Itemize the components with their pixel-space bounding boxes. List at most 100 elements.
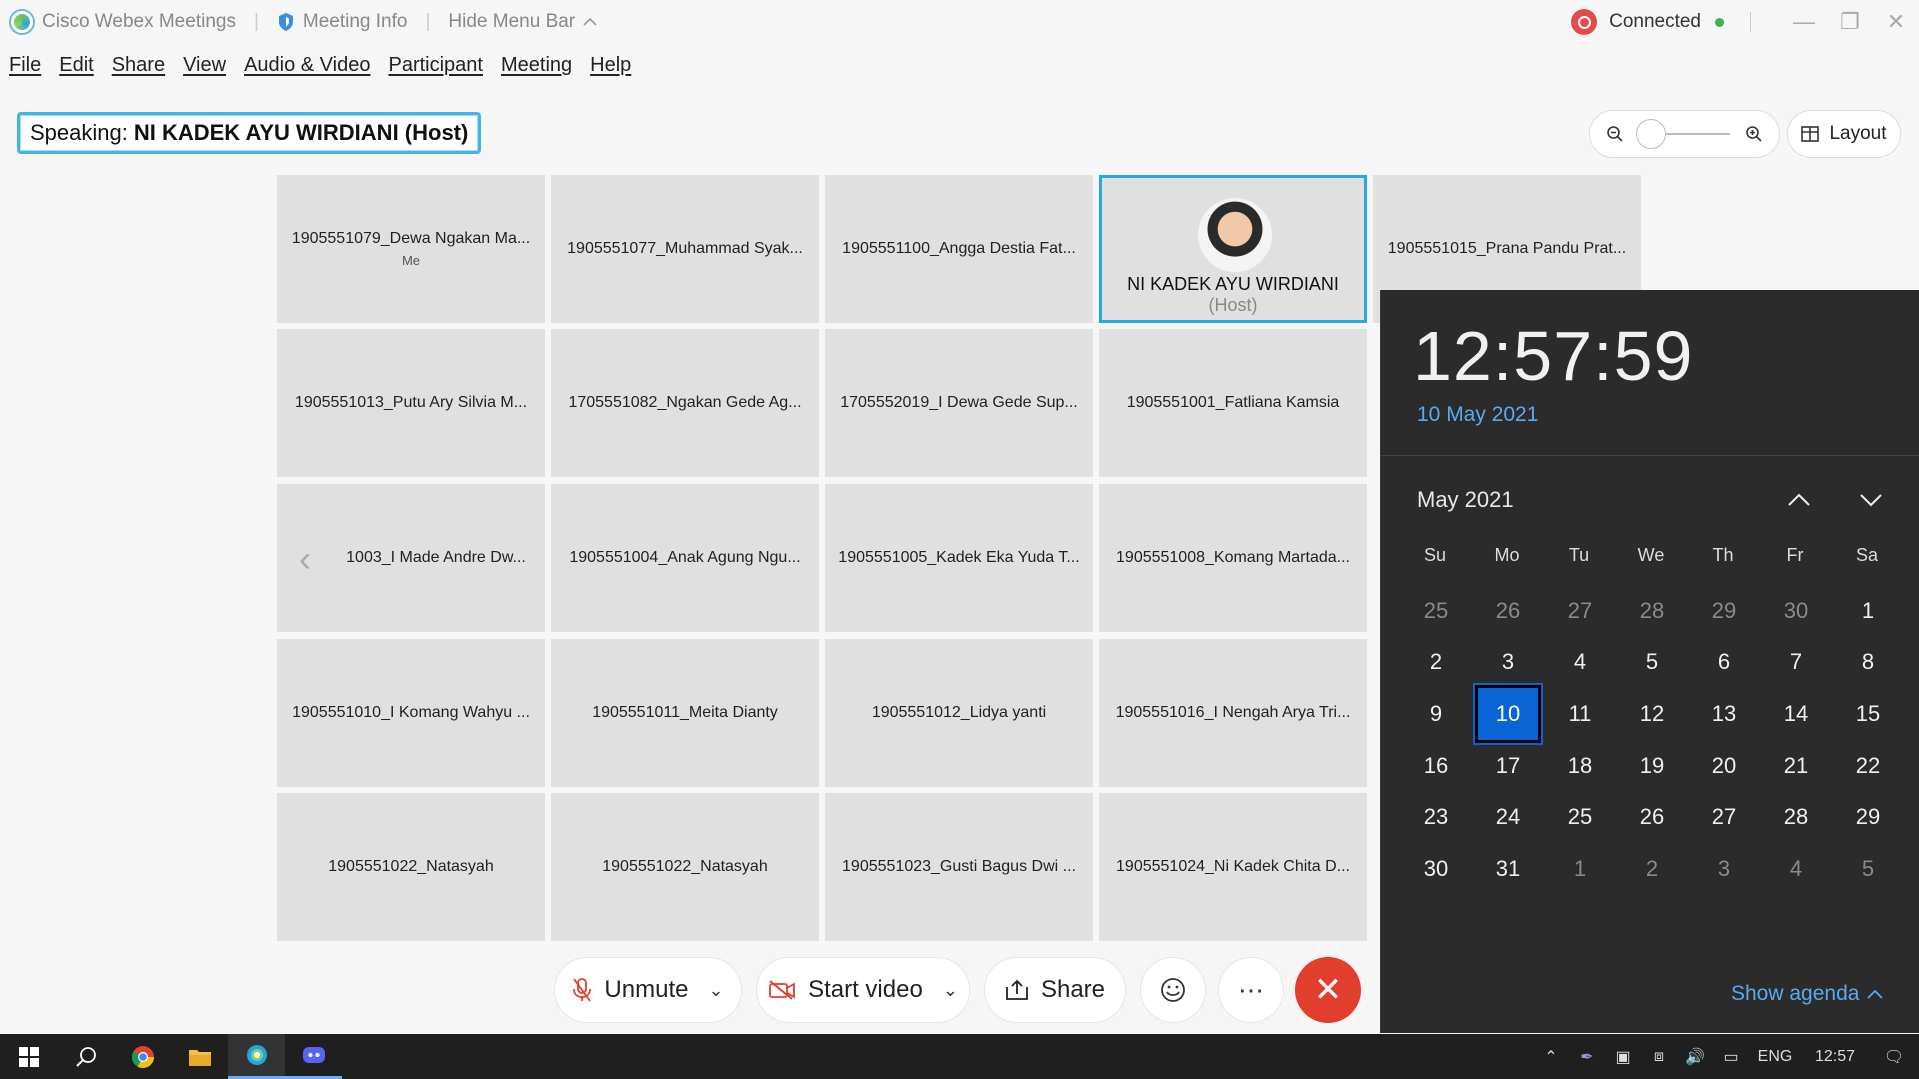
- zoom-slider-knob[interactable]: [1635, 119, 1666, 149]
- calendar-day[interactable]: 3: [1475, 633, 1541, 691]
- calendar-day[interactable]: 25: [1547, 788, 1613, 846]
- participant-tile[interactable]: 1905551022_Natasyah: [277, 793, 545, 941]
- participant-tile[interactable]: 1705552019_I Dewa Gede Sup...: [825, 329, 1093, 477]
- calendar-day[interactable]: 20: [1691, 737, 1757, 795]
- participant-tile[interactable]: 1905551005_Kadek Eka Yuda T...: [825, 484, 1093, 632]
- participant-tile[interactable]: 1905551010_I Komang Wahyu ...: [277, 639, 545, 787]
- calendar-day[interactable]: 17: [1475, 737, 1541, 795]
- calendar-day[interactable]: 18: [1547, 737, 1613, 795]
- minimize-button[interactable]: —: [1781, 0, 1827, 44]
- calendar-day[interactable]: 25: [1403, 582, 1469, 640]
- participant-tile[interactable]: 1905551022_Natasyah: [551, 793, 819, 941]
- participant-tile[interactable]: 1905551079_Dewa Ngakan Ma... Me: [277, 175, 545, 323]
- menu-meeting[interactable]: Meeting: [501, 54, 572, 84]
- calendar-month-title[interactable]: May 2021: [1417, 487, 1514, 513]
- chrome-taskbar-button[interactable]: [114, 1034, 171, 1079]
- calendar-day[interactable]: 27: [1691, 788, 1757, 846]
- clock-date[interactable]: 10 May 2021: [1417, 403, 1538, 427]
- calendar-day[interactable]: 8: [1835, 633, 1901, 691]
- start-button[interactable]: [0, 1034, 57, 1079]
- participant-tile[interactable]: 1905551100_Angga Destia Fat...: [825, 175, 1093, 323]
- active-speaker-tile[interactable]: NI KADEK AYU WIRDIANI (Host): [1099, 175, 1367, 323]
- reactions-button[interactable]: [1140, 957, 1206, 1023]
- calendar-day[interactable]: 21: [1763, 737, 1829, 795]
- calendar-day[interactable]: 28: [1619, 582, 1685, 640]
- calendar-day[interactable]: 24: [1475, 788, 1541, 846]
- more-options-button[interactable]: ⋯: [1218, 957, 1284, 1023]
- calendar-day[interactable]: 11: [1547, 685, 1613, 743]
- calendar-day[interactable]: 5: [1619, 633, 1685, 691]
- share-button[interactable]: Share: [984, 957, 1126, 1023]
- wifi-icon[interactable]: ⧈: [1641, 1034, 1677, 1079]
- participant-tile[interactable]: 1905551016_I Nengah Arya Tri...: [1099, 639, 1367, 787]
- battery-icon[interactable]: ▭: [1713, 1034, 1749, 1079]
- start-video-button[interactable]: Start video ⌄: [756, 957, 970, 1023]
- hide-menu-bar-button[interactable]: Hide Menu Bar: [448, 11, 597, 33]
- zoom-in-icon[interactable]: [1745, 125, 1763, 143]
- meet-now-icon[interactable]: ▣: [1605, 1034, 1641, 1079]
- participant-tile[interactable]: 1905551004_Anak Agung Ngu...: [551, 484, 819, 632]
- participant-tile[interactable]: 1905551013_Putu Ary Silvia M...: [277, 329, 545, 477]
- menu-help[interactable]: Help: [590, 54, 631, 84]
- language-indicator[interactable]: ENG: [1749, 1034, 1801, 1079]
- menu-file[interactable]: File: [9, 54, 41, 84]
- recording-icon[interactable]: [1571, 9, 1598, 35]
- menu-share[interactable]: Share: [112, 54, 165, 84]
- leave-meeting-button[interactable]: ✕: [1295, 957, 1361, 1023]
- calendar-day[interactable]: 31: [1475, 840, 1541, 898]
- calendar-day[interactable]: 2: [1619, 840, 1685, 898]
- discord-taskbar-button[interactable]: [285, 1034, 342, 1079]
- maximize-button[interactable]: ❐: [1827, 0, 1873, 44]
- show-agenda-button[interactable]: Show agenda: [1731, 982, 1884, 1006]
- participant-tile[interactable]: 1905551011_Meita Dianty: [551, 639, 819, 787]
- notifications-icon[interactable]: 🗨: [1869, 1034, 1919, 1079]
- calendar-day[interactable]: 26: [1475, 582, 1541, 640]
- calendar-day[interactable]: 1: [1547, 840, 1613, 898]
- webex-taskbar-button[interactable]: [228, 1034, 285, 1079]
- calendar-day[interactable]: 14: [1763, 685, 1829, 743]
- calendar-day[interactable]: 30: [1403, 840, 1469, 898]
- search-button[interactable]: [57, 1034, 114, 1079]
- calendar-day[interactable]: 4: [1547, 633, 1613, 691]
- calendar-day[interactable]: 29: [1835, 788, 1901, 846]
- layout-button[interactable]: Layout: [1787, 110, 1901, 158]
- calendar-day[interactable]: 26: [1619, 788, 1685, 846]
- calendar-day[interactable]: 4: [1763, 840, 1829, 898]
- volume-icon[interactable]: 🔊: [1677, 1034, 1713, 1079]
- unmute-button[interactable]: Unmute ⌄: [554, 957, 742, 1023]
- taskbar-clock[interactable]: 12:57: [1801, 1034, 1869, 1079]
- calendar-day[interactable]: 30: [1763, 582, 1829, 640]
- previous-page-icon[interactable]: ‹: [299, 538, 311, 580]
- calendar-day[interactable]: 5: [1835, 840, 1901, 898]
- calendar-day[interactable]: 23: [1403, 788, 1469, 846]
- menu-edit[interactable]: Edit: [59, 54, 93, 84]
- zoom-out-icon[interactable]: [1606, 125, 1624, 143]
- calendar-day-today[interactable]: 10: [1475, 685, 1541, 743]
- file-explorer-taskbar-button[interactable]: [171, 1034, 228, 1079]
- calendar-day[interactable]: 22: [1835, 737, 1901, 795]
- calendar-day[interactable]: 1: [1835, 582, 1901, 640]
- meeting-info-button[interactable]: Meeting Info: [277, 11, 407, 33]
- calendar-day[interactable]: 3: [1691, 840, 1757, 898]
- participant-tile[interactable]: 1905551001_Fatliana Kamsia: [1099, 329, 1367, 477]
- calendar-day[interactable]: 12: [1619, 685, 1685, 743]
- participant-tile[interactable]: 1905551012_Lidya yanti: [825, 639, 1093, 787]
- calendar-day[interactable]: 29: [1691, 582, 1757, 640]
- chevron-down-icon[interactable]: ⌄: [943, 980, 958, 1001]
- calendar-day[interactable]: 2: [1403, 633, 1469, 691]
- calendar-day[interactable]: 6: [1691, 633, 1757, 691]
- participant-tile[interactable]: 1905551077_Muhammad Syak...: [551, 175, 819, 323]
- menu-participant[interactable]: Participant: [388, 54, 483, 84]
- menu-audio-video[interactable]: Audio & Video: [244, 54, 370, 84]
- calendar-day[interactable]: 13: [1691, 685, 1757, 743]
- menu-view[interactable]: View: [183, 54, 226, 84]
- chevron-up-icon[interactable]: [1784, 485, 1814, 515]
- pen-icon[interactable]: ✒: [1569, 1034, 1605, 1079]
- participant-tile[interactable]: 1705551082_Ngakan Gede Ag...: [551, 329, 819, 477]
- close-window-button[interactable]: ✕: [1873, 0, 1919, 44]
- chevron-down-icon[interactable]: [1856, 485, 1886, 515]
- participant-tile[interactable]: 1905551008_Komang Martada...: [1099, 484, 1367, 632]
- participant-tile[interactable]: 1905551024_Ni Kadek Chita D...: [1099, 793, 1367, 941]
- calendar-day[interactable]: 28: [1763, 788, 1829, 846]
- chevron-down-icon[interactable]: ⌄: [708, 980, 723, 1001]
